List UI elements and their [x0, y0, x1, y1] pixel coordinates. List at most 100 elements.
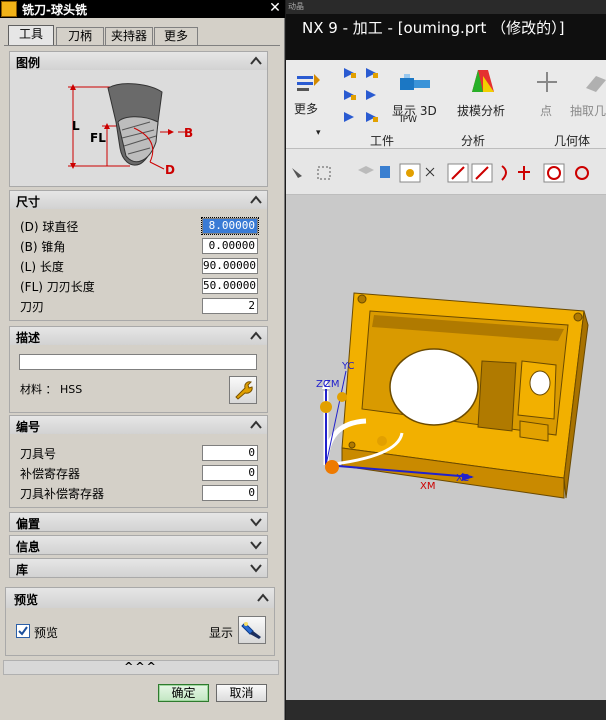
cancel-button[interactable]: 取消: [216, 684, 267, 702]
axis-zm-label: ZM: [324, 379, 339, 390]
chevron-up-icon[interactable]: [255, 590, 271, 606]
taper-angle-label: (B) 锥角: [20, 240, 66, 254]
label-D: D: [165, 163, 175, 177]
section-description-header[interactable]: 描述: [9, 326, 268, 346]
ok-button[interactable]: 确定: [158, 684, 209, 702]
extract-geometry-icon[interactable]: [582, 68, 606, 96]
dialog-titlebar: 铣刀-球头铣 ✕: [0, 0, 285, 18]
numbering-panel: 刀具号 0 补偿寄存器 0 刀具补偿寄存器 0: [9, 434, 268, 508]
draft-analysis-icon[interactable]: [468, 66, 498, 98]
chevron-down-icon[interactable]: [248, 560, 264, 576]
close-icon[interactable]: ✕: [267, 0, 283, 17]
preview-checkbox[interactable]: [16, 624, 30, 638]
taper-angle-input[interactable]: 0.00000: [202, 238, 258, 254]
flutes-input[interactable]: 2: [202, 298, 258, 314]
description-panel: 材料 ： HSS: [9, 345, 268, 413]
label-B: B: [184, 126, 193, 140]
flute-length-label: (FL) 刀刃长度: [20, 280, 95, 294]
flute-length-input[interactable]: 50.00000: [202, 278, 258, 294]
section-library-label: 库: [16, 563, 29, 577]
chevron-up-icon[interactable]: [248, 417, 264, 433]
section-offset-header[interactable]: 偏置: [9, 512, 268, 532]
tab-holder[interactable]: 刀柄: [56, 27, 104, 46]
view-toolbar-icons[interactable]: [288, 162, 606, 184]
label-L: L: [72, 119, 80, 133]
dropdown-arrow-icon[interactable]: ▾: [316, 128, 321, 138]
section-library-header[interactable]: 库: [9, 558, 268, 578]
length-input[interactable]: 90.00000: [202, 258, 258, 274]
nx-titlebar: NX 9 - 加工 - [ouming.prt （修改的）]: [286, 14, 606, 60]
point-label[interactable]: 点: [540, 102, 552, 119]
flutes-label: 刀刃: [20, 300, 45, 314]
section-info-header[interactable]: 信息: [9, 535, 268, 555]
axis-xc-label: XC: [456, 473, 469, 484]
draft-analysis-label[interactable]: 拔模分析: [457, 102, 505, 119]
ball-diameter-label: (D) 球直径: [20, 220, 79, 234]
label-FL: FL: [90, 131, 106, 145]
nx-main-window: 动晶 NX 9 - 加工 - [ouming.prt （修改的）] 更多 ▾ 显…: [286, 0, 606, 720]
section-info-label: 信息: [16, 540, 41, 554]
chevron-down-icon[interactable]: [248, 514, 264, 530]
dialog-title: 铣刀-球头铣: [22, 3, 87, 17]
nx-app-icon: [1, 1, 17, 17]
extract-geometry-label[interactable]: 抽取几: [570, 102, 606, 119]
group-workpiece-label: 工件: [370, 134, 395, 148]
part-model[interactable]: ZC ZM YC XM XC: [286, 195, 606, 700]
graphics-viewport[interactable]: ZC ZM YC XM XC: [286, 195, 606, 700]
point-icon[interactable]: [535, 70, 559, 94]
axis-yc-label: YC: [341, 361, 355, 372]
more-commands-icon[interactable]: [294, 68, 322, 96]
section-offset-label: 偏置: [16, 517, 41, 531]
section-description-label: 描述: [16, 331, 41, 345]
section-dimensions-label: 尺寸: [16, 195, 41, 209]
tool-dialog: 铣刀-球头铣 ✕ 工具 刀柄 夹持器 更多 图例 L FL B D 尺寸 (D)…: [0, 0, 285, 720]
selection-toolbar: [286, 149, 606, 195]
preview-panel: 预览 显示: [5, 608, 275, 656]
description-input[interactable]: [19, 354, 257, 370]
material-button[interactable]: [229, 376, 257, 404]
section-legend-header[interactable]: 图例: [9, 51, 268, 71]
section-preview-label: 预览: [14, 593, 39, 607]
tab-clamp[interactable]: 夹持器: [105, 27, 153, 46]
length-label: (L) 长度: [20, 260, 64, 274]
preview-checkbox-label: 预览: [34, 626, 59, 640]
flashlight-icon: [241, 622, 261, 639]
show-label: 显示: [209, 626, 234, 640]
legend-panel: L FL B D: [9, 70, 268, 187]
section-preview-header[interactable]: 预览: [5, 587, 275, 609]
tab-tool[interactable]: 工具: [8, 25, 54, 46]
section-numbering-header[interactable]: 编号: [9, 415, 268, 435]
chevron-up-icon[interactable]: [248, 192, 264, 208]
workpiece-ops-icons[interactable]: [342, 66, 386, 128]
ipw-label[interactable]: IPW: [400, 115, 417, 125]
cutcom-register-label: 刀具补偿寄存器: [20, 487, 105, 501]
axis-xm-label: XM: [420, 481, 435, 492]
ribbon: 更多 ▾ 显示 3D IPW 拔模分析 点 抽取几 工件 分析 几何体: [286, 60, 606, 149]
tool-number-label: 刀具号: [20, 447, 57, 461]
group-analysis-label: 分析: [461, 134, 486, 148]
chevron-down-icon[interactable]: [248, 537, 264, 553]
ball-diameter-input[interactable]: 8.00000: [201, 217, 259, 235]
tool-number-input[interactable]: 0: [202, 445, 258, 461]
tab-divider: [4, 45, 280, 46]
wrench-icon: [235, 381, 253, 400]
material-label: 材料 ： HSS: [20, 383, 83, 396]
checkmark-icon: [18, 626, 28, 636]
section-dimensions-header[interactable]: 尺寸: [9, 190, 268, 210]
section-numbering-label: 编号: [16, 420, 41, 434]
show-button[interactable]: [238, 616, 266, 644]
dimensions-panel: (D) 球直径 8.00000 (B) 锥角 0.00000 (L) 长度 90…: [9, 209, 268, 321]
adjust-register-input[interactable]: 0: [202, 465, 258, 481]
cutcom-register-input[interactable]: 0: [202, 485, 258, 501]
more-expander[interactable]: ^^^: [3, 660, 279, 675]
nx-status-strip: [286, 700, 606, 720]
chevron-up-icon[interactable]: [248, 328, 264, 344]
group-geometry-label: 几何体: [554, 134, 591, 148]
show-3d-ipw-icon[interactable]: [398, 68, 432, 98]
tab-more[interactable]: 更多: [154, 27, 198, 46]
chevron-up-icon[interactable]: [248, 53, 264, 69]
adjust-register-label: 补偿寄存器: [20, 467, 81, 481]
nx-top-strip: 动晶: [286, 0, 606, 14]
nx-window-title: NX 9 - 加工 - [ouming.prt （修改的）]: [302, 19, 565, 37]
ribbon-more-label[interactable]: 更多: [294, 100, 318, 117]
